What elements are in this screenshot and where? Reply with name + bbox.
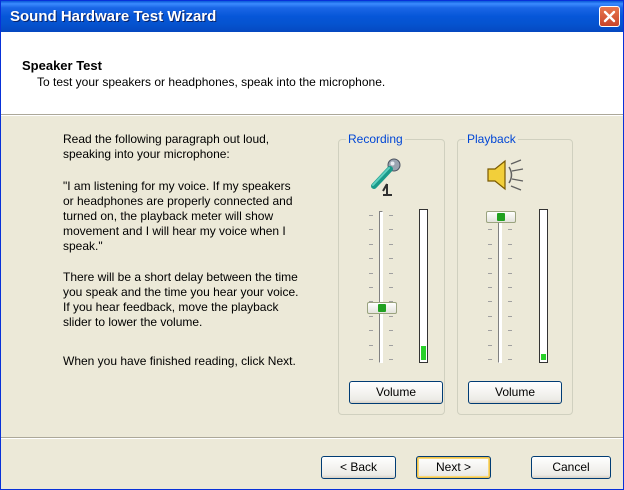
slider-tick <box>369 287 373 288</box>
instruction-line: speaking into your microphone: <box>63 147 230 161</box>
instruction-line: If you hear feedback, move the playback <box>63 300 279 314</box>
playback-group-label: Playback <box>465 132 518 146</box>
recording-group-label: Recording <box>346 132 405 146</box>
slider-tick <box>389 359 393 360</box>
slider-tick <box>369 258 373 259</box>
slider-tick <box>389 258 393 259</box>
slider-tick <box>389 345 393 346</box>
instruction-line: There will be a short delay between the … <box>63 270 298 284</box>
instruction-line: Read the following paragraph out loud, <box>63 132 270 146</box>
recording-level-fill <box>421 346 426 360</box>
instruction-line: movement and I will hear my voice when I <box>63 224 286 238</box>
instruction-line: or headphones are properly connected and <box>63 194 293 208</box>
slider-tick <box>488 330 492 331</box>
slider-tick <box>488 359 492 360</box>
slider-tick <box>488 244 492 245</box>
slider-tick <box>488 273 492 274</box>
instruction-paragraph-3: There will be a short delay between the … <box>63 270 325 330</box>
slider-tick <box>508 345 512 346</box>
recording-slider-thumb[interactable] <box>367 302 397 314</box>
slider-tick <box>508 359 512 360</box>
instruction-line: slider to lower the volume. <box>63 315 203 329</box>
cancel-button[interactable]: Cancel <box>531 456 611 479</box>
speaker-icon <box>487 159 524 191</box>
slider-tick <box>389 330 393 331</box>
playback-level-fill <box>541 354 546 360</box>
recording-slider-track[interactable] <box>379 211 383 363</box>
slider-tick <box>369 273 373 274</box>
slider-tick <box>508 316 512 317</box>
slider-tick <box>508 244 512 245</box>
instruction-paragraph-2: "I am listening for my voice. If my spea… <box>63 179 325 254</box>
playback-slider-thumb[interactable] <box>486 211 516 223</box>
slider-tick <box>389 215 393 216</box>
footer-divider <box>1 437 623 439</box>
instruction-line: "I am listening for my voice. If my spea… <box>63 179 291 193</box>
playback-volume-button[interactable]: Volume <box>468 381 562 404</box>
slider-tick <box>389 316 393 317</box>
slider-tick <box>488 258 492 259</box>
slider-tick <box>369 316 373 317</box>
wizard-window: Sound Hardware Test Wizard Speaker Test … <box>0 0 624 490</box>
slider-tick <box>508 258 512 259</box>
slider-tick <box>389 287 393 288</box>
slider-tick <box>508 330 512 331</box>
recording-volume-button[interactable]: Volume <box>349 381 443 404</box>
slider-tick <box>508 301 512 302</box>
instruction-line: you speak and the time you hear your voi… <box>63 285 299 299</box>
instruction-paragraph-4: When you have finished reading, click Ne… <box>63 354 325 369</box>
title-bar[interactable]: Sound Hardware Test Wizard <box>1 1 623 32</box>
microphone-icon <box>371 158 401 196</box>
playback-level-meter <box>539 209 548 363</box>
instruction-paragraph-1: Read the following paragraph out loud, s… <box>63 132 325 162</box>
close-icon <box>603 10 616 23</box>
slider-tick <box>389 273 393 274</box>
slider-tick <box>389 244 393 245</box>
next-button[interactable]: Next > <box>416 456 491 479</box>
wizard-header: Speaker Test To test your speakers or he… <box>1 32 623 114</box>
page-title: Speaker Test <box>22 58 102 73</box>
playback-slider-track[interactable] <box>498 211 502 363</box>
slider-tick <box>488 229 492 230</box>
slider-tick <box>488 287 492 288</box>
recording-level-meter <box>419 209 428 363</box>
window-title: Sound Hardware Test Wizard <box>10 8 217 25</box>
slider-tick <box>369 359 373 360</box>
instruction-line: turned on, the playback meter will show <box>63 209 274 223</box>
slider-tick <box>488 345 492 346</box>
instruction-line: speak." <box>63 239 103 253</box>
instruction-line: When you have finished reading, click Ne… <box>63 354 296 368</box>
slider-tick <box>369 330 373 331</box>
slider-tick <box>369 244 373 245</box>
slider-tick <box>369 229 373 230</box>
page-subtitle: To test your speakers or headphones, spe… <box>37 75 386 89</box>
slider-tick <box>369 345 373 346</box>
back-button[interactable]: < Back <box>321 456 396 479</box>
slider-tick <box>389 229 393 230</box>
slider-tick <box>508 287 512 288</box>
slider-tick <box>488 316 492 317</box>
slider-tick <box>369 215 373 216</box>
slider-tick <box>508 229 512 230</box>
slider-tick <box>488 301 492 302</box>
close-button[interactable] <box>599 6 620 27</box>
header-divider <box>1 114 623 116</box>
slider-tick <box>508 273 512 274</box>
